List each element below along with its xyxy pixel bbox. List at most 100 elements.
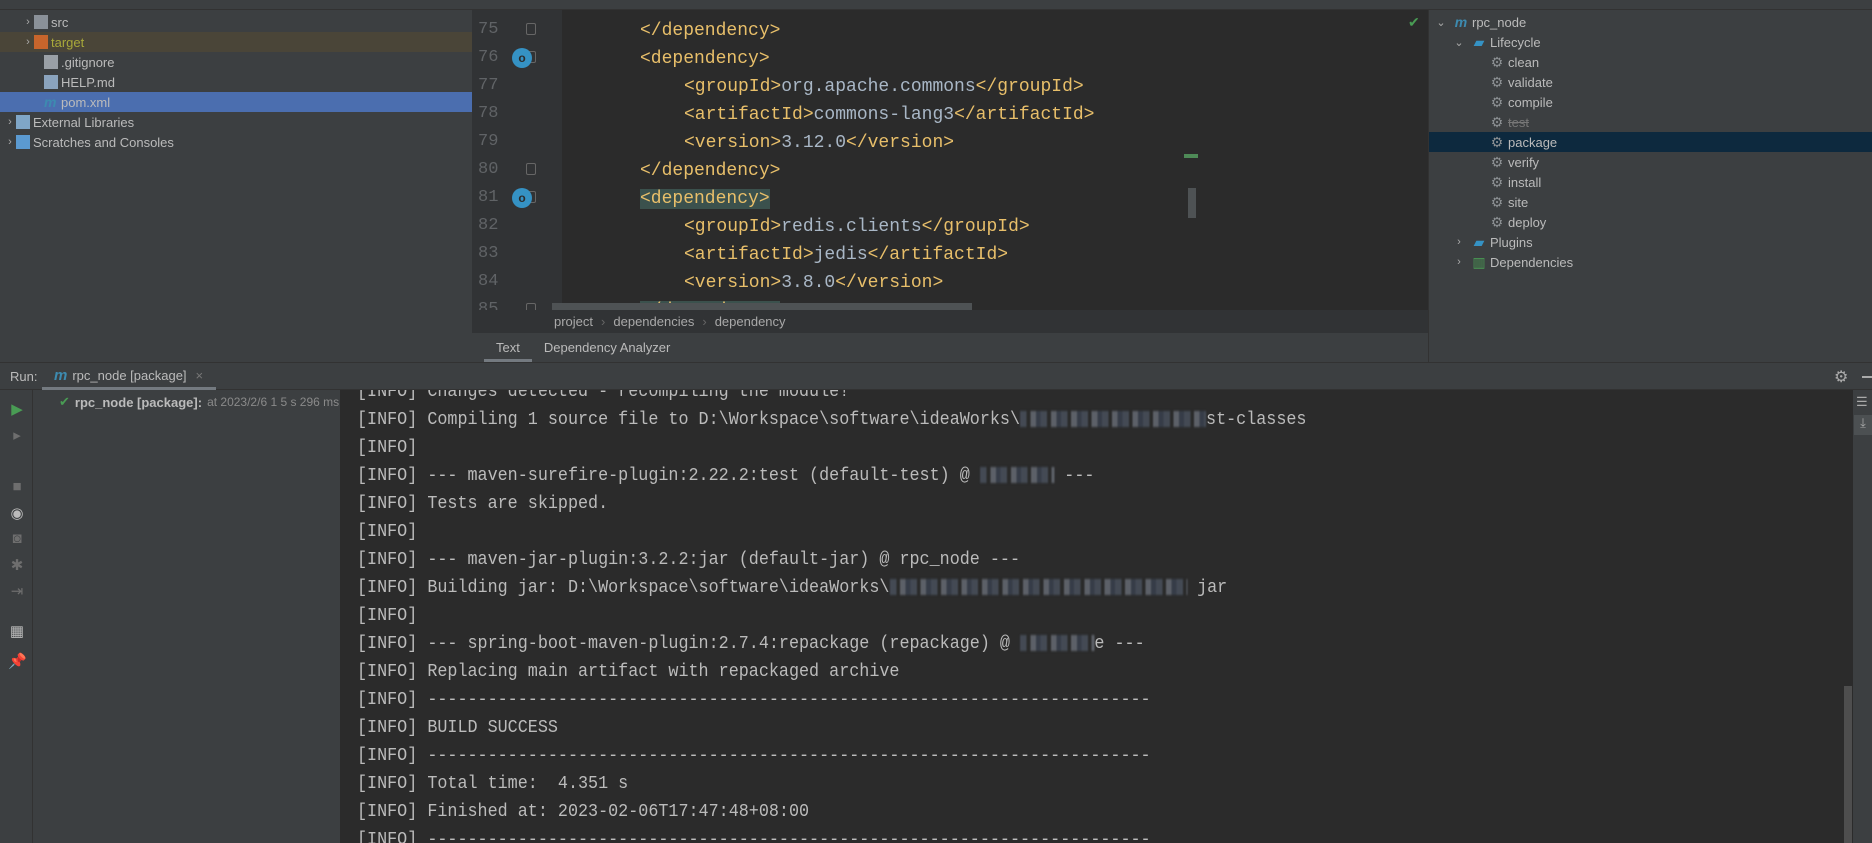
camera-icon[interactable]: ◙ (8, 530, 26, 548)
maven-tree-item[interactable]: ⚙ site (1429, 192, 1872, 212)
console-output[interactable]: [INFO] Changes detected - recompiling th… (340, 390, 1853, 843)
project-tree-item-label: .gitignore (61, 54, 115, 70)
code-line: </dependency> (640, 158, 780, 184)
editor-vertical-scrollbar[interactable] (1188, 188, 1196, 218)
console-line-text: [INFO] Replacing main artifact with repa… (357, 662, 900, 682)
maven-tree-item[interactable]: ⚙ validate (1429, 72, 1872, 92)
run-tab[interactable]: m rpc_node [package] × (42, 363, 216, 390)
xml-tag: <groupId> (684, 77, 782, 97)
console-line: [INFO] --- maven-jar-plugin:3.2.2:jar (d… (357, 546, 1020, 574)
maven-tree-item[interactable]: ⌄ ▰ Lifecycle (1429, 32, 1872, 52)
maven-tree-item[interactable]: ⚙ compile (1429, 92, 1872, 112)
line-number: 82 (478, 216, 499, 235)
rerun-icon[interactable]: ▶ (8, 400, 26, 418)
console-line-suffix: e --- (1094, 634, 1145, 654)
chevron-right-icon[interactable]: › (4, 116, 16, 128)
maven-tree-item[interactable]: ⚙ deploy (1429, 212, 1872, 232)
maven-override-icon[interactable]: o (512, 48, 532, 68)
run-tree-item[interactable]: ✔ rpc_node [package]: at 2023/2/6 1 5 s … (59, 394, 339, 410)
console-line: [INFO] (357, 434, 417, 462)
minimize-icon[interactable] (1862, 376, 1872, 378)
maven-tree-item[interactable]: ⚙ install (1429, 172, 1872, 192)
breadcrumb-item[interactable]: dependency (715, 314, 786, 329)
redacted-text (1020, 635, 1095, 652)
run-tree: ✔ rpc_node [package]: at 2023/2/6 1 5 s … (33, 390, 340, 843)
project-tree-item[interactable]: › src (0, 12, 472, 32)
console-line: [INFO] BUILD SUCCESS (357, 714, 558, 742)
editor-bottom-tabs: Text Dependency Analyzer (472, 333, 1428, 362)
console-line-text: [INFO] (357, 438, 418, 458)
maven-tree-item-label: rpc_node (1472, 14, 1527, 30)
editor-horizontal-scrollbar[interactable] (472, 251, 1428, 258)
chevron-down-icon[interactable]: ⌄ (1453, 36, 1465, 49)
line-number: 77 (478, 76, 499, 95)
maven-tree-item[interactable]: ⌄ m rpc_node (1429, 12, 1872, 32)
no-problems-check-icon[interactable]: ✔ (1408, 14, 1420, 31)
xml-tag: <dependency> (640, 189, 770, 209)
editor-tab[interactable]: Dependency Analyzer (532, 333, 682, 362)
project-tree-item[interactable]: m pom.xml (0, 92, 472, 112)
chevron-right-icon[interactable]: › (22, 16, 34, 28)
project-tree-item[interactable]: › Scratches and Consoles (0, 132, 472, 152)
maven-tree-item[interactable]: › ▥ Dependencies (1429, 252, 1872, 272)
project-tree-item[interactable]: .gitignore (0, 52, 472, 72)
fold-marker-icon[interactable] (526, 303, 536, 310)
fold-marker-icon[interactable] (526, 23, 536, 35)
breadcrumb-item[interactable]: dependencies (613, 314, 694, 329)
chevron-down-icon[interactable]: ⌄ (1435, 16, 1447, 29)
run-toolbar: ▶ ▸ ■ ◉ ◙ ✱ ⇥ ▦ 📌 (0, 390, 33, 843)
xml-tag: <version> (684, 133, 782, 153)
editor-horizontal-scrollbar-thumb[interactable] (552, 303, 972, 310)
project-tree-item[interactable]: › External Libraries (0, 112, 472, 132)
soft-wrap-icon[interactable]: ☰ (1856, 394, 1868, 410)
stop-icon[interactable]: ■ (8, 478, 26, 496)
project-tree-item[interactable]: HELP.md (0, 72, 472, 92)
rerun-failed-icon[interactable]: ▸ (8, 426, 26, 444)
console-line-text: [INFO] (357, 606, 418, 626)
xml-text: redis.clients (781, 217, 922, 237)
project-tree-item[interactable]: › target (0, 32, 472, 52)
maven-tree-item[interactable]: › ▰ Plugins (1429, 232, 1872, 252)
code-editor[interactable]: 75 </dependency> 76 o <dependency> 77 <groupId… (472, 10, 1428, 310)
run-tree-item-detail: at 2023/2/6 1 5 s 296 ms (207, 395, 340, 409)
code-line: <groupId>org.apache.commons</groupId> (684, 74, 1084, 100)
maven-tree-item[interactable]: ⚙ verify (1429, 152, 1872, 172)
console-line-text: [INFO] Changes detected - recompiling th… (357, 390, 850, 402)
change-marker (1184, 154, 1198, 158)
scroll-to-end-icon[interactable]: ⤓ (1854, 415, 1872, 435)
code-line: <dependency> (640, 186, 770, 212)
maven-tree-item[interactable]: ⚙ test (1429, 112, 1872, 132)
gear-icon: ⚙ (1490, 133, 1504, 150)
close-icon[interactable]: × (196, 368, 204, 383)
pin-icon[interactable]: 📌 (8, 652, 27, 670)
chevron-right-icon[interactable]: › (4, 136, 16, 148)
console-line-suffix: --- (1054, 466, 1095, 486)
xml-tag: </groupId> (975, 77, 1084, 97)
maven-tree-item[interactable]: ⚙ clean (1429, 52, 1872, 72)
eye-icon[interactable]: ◉ (8, 504, 26, 522)
gear-icon[interactable]: ⚙ (1834, 367, 1848, 387)
redacted-text (1020, 411, 1207, 428)
folder-excluded-icon (34, 35, 48, 49)
line-number: 78 (478, 104, 499, 123)
breadcrumb: project › dependencies › dependency (472, 310, 1428, 333)
maven-tree-item-label: verify (1508, 154, 1540, 170)
xml-text: 3.12.0 (781, 133, 847, 153)
maven-tree-item-label: Lifecycle (1490, 34, 1541, 50)
xml-tag: </dependency> (640, 161, 781, 181)
xml-tag: </dependency> (640, 21, 781, 41)
maven-override-icon[interactable]: o (512, 188, 532, 208)
editor-tab[interactable]: Text (484, 333, 532, 362)
debug-icon[interactable]: ✱ (8, 556, 26, 574)
login-icon[interactable]: ⇥ (8, 582, 26, 600)
chevron-right-icon[interactable]: › (1453, 256, 1465, 268)
fold-marker-icon[interactable] (526, 163, 536, 175)
chevron-right-icon[interactable]: › (22, 36, 34, 48)
console-scrollbar-thumb[interactable] (1844, 686, 1852, 843)
breadcrumb-item[interactable]: project (554, 314, 593, 329)
maven-tree-item-label: deploy (1508, 214, 1547, 230)
console-line: [INFO] --- spring-boot-maven-plugin:2.7.… (357, 630, 1145, 658)
maven-tree-item[interactable]: ⚙ package (1429, 132, 1872, 152)
layout-icon[interactable]: ▦ (8, 622, 26, 640)
chevron-right-icon[interactable]: › (1453, 236, 1465, 248)
